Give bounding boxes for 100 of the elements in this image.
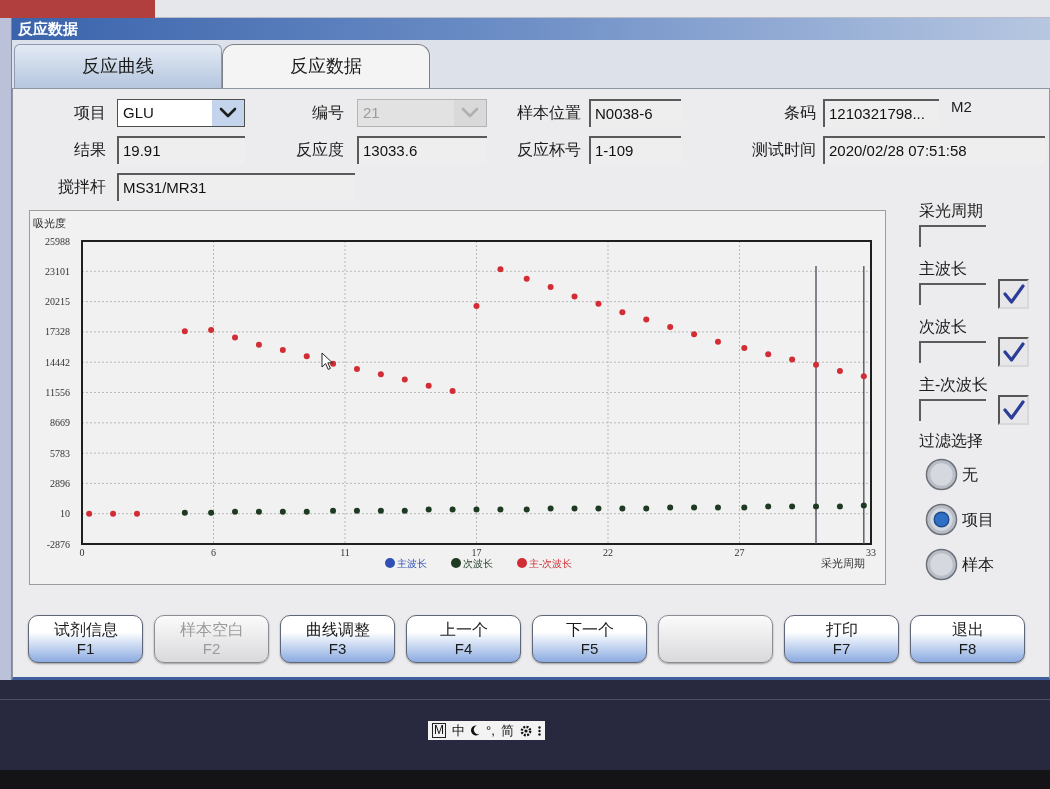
field-label: 主-次波长	[919, 376, 989, 394]
data-point	[377, 371, 384, 378]
data-point	[619, 309, 626, 316]
field-label: 反应杯号	[517, 141, 581, 158]
data-point	[353, 507, 360, 514]
ime-language-button[interactable]: 中	[452, 723, 465, 738]
cursor-icon	[321, 352, 333, 370]
data-point	[353, 365, 360, 372]
data-point	[497, 266, 504, 273]
data-point	[667, 323, 674, 330]
data-point	[449, 506, 456, 513]
data-point	[425, 506, 432, 513]
data-point	[523, 275, 530, 282]
data-point	[595, 505, 602, 512]
ime-mode-button[interactable]: M	[432, 723, 446, 738]
field-label: 采光周期	[919, 202, 983, 220]
field-label: 测试时间	[752, 141, 816, 158]
axis-tick-label: -2876	[46, 538, 70, 550]
data-point	[449, 388, 456, 394]
data-point	[377, 507, 384, 514]
value-field[interactable]: 1-109	[589, 136, 681, 164]
value-field[interactable]: N0038-6	[589, 99, 681, 127]
vertical-dots-icon[interactable]	[537, 725, 541, 736]
data-point	[691, 331, 698, 338]
checkbox[interactable]	[998, 279, 1029, 309]
data-point	[401, 376, 408, 383]
axis-tick-label: 6	[211, 547, 216, 558]
function-button[interactable]: 下一个 F5	[532, 615, 647, 663]
axis-tick-label: 0	[79, 547, 85, 558]
data-point	[110, 510, 117, 517]
legend-label: 主-次波长	[529, 558, 573, 569]
data-point	[571, 293, 578, 300]
axis-tick-label: 33	[866, 547, 876, 558]
data-point	[255, 508, 262, 515]
value-field[interactable]: 1210321798...	[823, 99, 939, 127]
data-point	[860, 373, 867, 380]
data-point	[836, 503, 843, 510]
axis-title: 吸光度	[33, 217, 66, 229]
function-button[interactable]: 退出 F8	[910, 615, 1025, 663]
function-button[interactable]: 试剂信息 F1	[28, 615, 143, 663]
data-point	[181, 328, 188, 335]
axis-tick-label: 11556	[45, 387, 70, 398]
data-point	[765, 503, 772, 510]
data-point	[303, 353, 310, 360]
field-note: M2	[951, 98, 972, 116]
tab[interactable]: 反应曲线	[14, 44, 222, 88]
field-label: 主波长	[919, 260, 967, 278]
checkmark-icon	[1002, 342, 1025, 362]
value-field[interactable]: 13033.6	[357, 136, 487, 164]
gear-icon[interactable]	[519, 724, 532, 737]
radio-option[interactable]: 无	[925, 458, 978, 491]
radio-option[interactable]: 样本	[925, 548, 994, 581]
axis-tick-label: 22	[603, 547, 613, 558]
field-label: 结果	[74, 141, 106, 158]
window-title: 反应数据	[18, 20, 78, 38]
axis-tick-label: 20215	[45, 296, 70, 308]
data-point	[279, 347, 286, 354]
field-label: 反应度	[296, 141, 344, 158]
data-point	[547, 505, 554, 512]
value-field[interactable]: MS31/MR31	[117, 173, 355, 201]
radio-option[interactable]: 项目	[925, 503, 994, 536]
moon-icon[interactable]	[471, 725, 480, 736]
ime-script-button[interactable]: 简	[500, 723, 514, 738]
checkbox[interactable]	[998, 395, 1029, 425]
data-point	[208, 509, 215, 516]
data-point	[741, 344, 748, 351]
data-point	[715, 504, 721, 511]
data-point	[401, 507, 408, 514]
data-point	[497, 506, 504, 513]
function-button[interactable]: 上一个 F4	[406, 615, 521, 663]
field-label: 条码	[784, 104, 816, 121]
function-button[interactable]: 打印 F7	[784, 615, 899, 663]
axis-tick-label: 10	[60, 508, 70, 520]
ime-punctuation-button[interactable]: °,	[486, 723, 495, 738]
data-point	[473, 302, 480, 309]
checkbox[interactable]	[998, 337, 1029, 367]
field-label: 项目	[74, 104, 106, 121]
data-point	[836, 368, 843, 375]
data-point	[789, 503, 796, 510]
legend-label: 次波长	[463, 558, 493, 569]
data-point	[813, 361, 819, 368]
data-point	[330, 507, 337, 514]
axis-tick-label: 27	[734, 547, 745, 558]
data-point	[643, 316, 650, 323]
data-point	[134, 510, 140, 517]
function-button[interactable]: 曲线调整 F3	[280, 615, 395, 663]
data-point	[715, 338, 721, 345]
axis-title: 采光周期	[821, 557, 865, 569]
tab[interactable]: 反应数据	[222, 44, 430, 88]
value-field[interactable]: 2020/02/28 07:51:58	[823, 136, 1045, 164]
checkmark-icon	[1002, 400, 1025, 420]
data-point	[667, 504, 674, 511]
value-field[interactable]: 19.91	[117, 136, 245, 164]
data-point	[303, 508, 310, 515]
data-point	[571, 505, 578, 512]
data-point	[279, 508, 286, 515]
dropdown[interactable]: GLU	[117, 99, 245, 127]
chevron-down-icon[interactable]	[212, 100, 244, 126]
data-point	[860, 502, 867, 509]
legend-label: 主波长	[397, 558, 427, 569]
